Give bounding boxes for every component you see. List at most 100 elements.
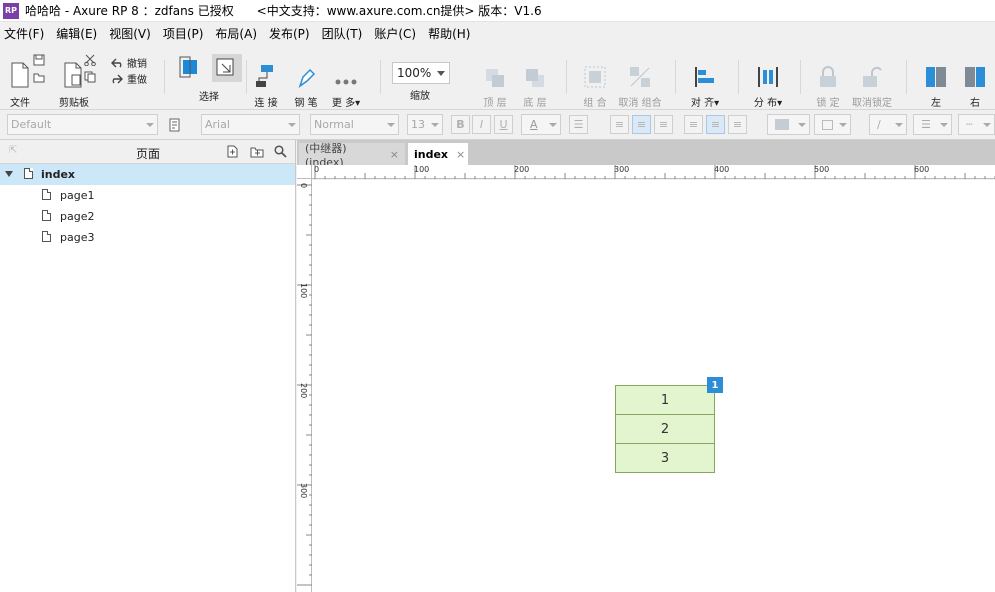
- select-label: 选择: [199, 92, 219, 103]
- bullet-list-icon[interactable]: ☰: [569, 115, 588, 134]
- interaction-badge[interactable]: 1: [707, 377, 723, 393]
- distribute-button[interactable]: 分 布▾: [750, 44, 786, 109]
- page-label: page2: [60, 210, 95, 223]
- align-text-right-icon[interactable]: ≡: [654, 115, 673, 134]
- shadow-icon: [822, 119, 833, 130]
- line-width-select[interactable]: ☰: [913, 114, 952, 135]
- menu-arrange[interactable]: 布局(A): [215, 25, 257, 42]
- format-toolbar: Default Arial Normal 13 B I U A ☰ ≡ ≡ ≡ …: [0, 110, 995, 140]
- ungroup-label: 取消 组合: [618, 98, 662, 109]
- more-dots-icon: [334, 58, 358, 88]
- distribute-icon: [757, 58, 779, 88]
- chevron-down-icon: [431, 123, 439, 127]
- align-text-center-icon[interactable]: ≡: [632, 115, 651, 134]
- close-icon[interactable]: ×: [390, 148, 399, 161]
- copy-icon[interactable]: [84, 71, 100, 83]
- font-family-select[interactable]: Arial: [201, 114, 300, 135]
- more-button[interactable]: 更 多▾: [330, 44, 362, 109]
- repeater-row[interactable]: 1: [615, 385, 715, 415]
- left-panel-button[interactable]: 左: [923, 44, 949, 109]
- chevron-down-icon: [839, 123, 847, 127]
- bold-button[interactable]: B: [451, 115, 470, 134]
- chevron-down-icon: [387, 123, 395, 127]
- style-select[interactable]: Default: [7, 114, 158, 135]
- menu-publish[interactable]: 发布(P): [269, 25, 310, 42]
- zoom-select[interactable]: 100%: [392, 62, 450, 84]
- repeater-widget[interactable]: 1 2 3: [615, 385, 715, 473]
- close-icon[interactable]: ×: [456, 148, 465, 161]
- page-item-page2[interactable]: page2: [0, 206, 295, 227]
- menu-team[interactable]: 团队(T): [322, 25, 363, 42]
- pen-button[interactable]: 钢 笔: [291, 44, 321, 109]
- add-page-icon[interactable]: [226, 145, 239, 161]
- menu-project[interactable]: 项目(P): [163, 25, 204, 42]
- shadow-select[interactable]: [814, 114, 851, 135]
- valign-bottom-icon[interactable]: ≡: [728, 115, 747, 134]
- lock-button[interactable]: 锁 定: [814, 44, 842, 109]
- format-painter-icon[interactable]: [165, 115, 184, 134]
- fill-color-select[interactable]: [767, 114, 810, 135]
- connector-icon: [255, 58, 277, 88]
- right-panel-icon: [964, 58, 986, 88]
- search-icon[interactable]: [274, 145, 287, 161]
- repeater-row[interactable]: 3: [615, 443, 715, 473]
- fill-color-icon: [775, 119, 789, 130]
- separator: [800, 60, 801, 94]
- save-icon[interactable]: [33, 54, 49, 66]
- tab-index[interactable]: index ×: [408, 143, 468, 165]
- send-to-back-button[interactable]: 底 层: [521, 44, 549, 109]
- select-intersected-icon[interactable]: [178, 56, 204, 82]
- align-label: 对 齐▾: [690, 98, 720, 109]
- chevron-down-icon: [940, 123, 948, 127]
- chevron-down-icon: [437, 71, 445, 76]
- clipboard-label: 剪贴板: [59, 98, 89, 109]
- font-size-select[interactable]: 13: [407, 114, 443, 135]
- expand-arrow-icon[interactable]: [5, 171, 13, 177]
- pages-title: 页面: [136, 147, 161, 161]
- unlock-button[interactable]: 取消锁定: [852, 44, 892, 109]
- bring-to-front-button[interactable]: 顶 层: [482, 44, 508, 109]
- connect-button[interactable]: 连 接: [252, 44, 280, 109]
- ruler-label: 300: [299, 483, 308, 499]
- ungroup-button[interactable]: 取消 组合: [618, 44, 662, 109]
- tab-repeater-index[interactable]: (中继器) (index) ×: [299, 142, 405, 169]
- underline-button[interactable]: U: [494, 115, 513, 134]
- menu-file[interactable]: 文件(F): [4, 25, 44, 42]
- page-item-index[interactable]: index: [0, 164, 295, 185]
- line-color-select[interactable]: ∕: [869, 114, 907, 135]
- file-button[interactable]: 文件: [6, 44, 34, 109]
- line-style-select[interactable]: ┄: [958, 114, 995, 135]
- add-folder-icon[interactable]: [250, 145, 264, 161]
- page-item-page3[interactable]: page3: [0, 227, 295, 248]
- separator: [164, 60, 165, 94]
- valign-top-icon[interactable]: ≡: [684, 115, 703, 134]
- cut-icon[interactable]: [84, 54, 100, 66]
- group-button[interactable]: 组 合: [581, 44, 609, 109]
- page-icon: [42, 210, 51, 221]
- align-text-left-icon[interactable]: ≡: [610, 115, 629, 134]
- font-color-select[interactable]: A: [521, 114, 561, 135]
- menu-help[interactable]: 帮助(H): [428, 25, 470, 42]
- undo-button[interactable]: 撤销: [111, 55, 147, 70]
- open-folder-icon[interactable]: [33, 71, 49, 83]
- font-weight-select[interactable]: Normal: [310, 114, 399, 135]
- chevron-down-icon: [798, 123, 806, 127]
- redo-button[interactable]: 重做: [111, 71, 147, 86]
- italic-button[interactable]: I: [472, 115, 491, 134]
- repeater-row[interactable]: 2: [615, 414, 715, 444]
- select-contained-icon[interactable]: [212, 54, 242, 82]
- valign-middle-icon[interactable]: ≡: [706, 115, 725, 134]
- ruler-label: 100: [414, 165, 430, 174]
- pen-icon: [296, 58, 316, 88]
- menu-view[interactable]: 视图(V): [109, 25, 151, 42]
- menu-account[interactable]: 账户(C): [374, 25, 416, 42]
- right-panel-button[interactable]: 右: [962, 44, 988, 109]
- collapse-arrow-icon[interactable]: ⇱: [9, 145, 17, 156]
- page-item-page1[interactable]: page1: [0, 185, 295, 206]
- zoom-value: 100%: [397, 66, 432, 80]
- size-value: 13: [411, 118, 425, 131]
- bottom-label: 底 层: [523, 98, 547, 109]
- menu-edit[interactable]: 编辑(E): [56, 25, 97, 42]
- align-button[interactable]: 对 齐▾: [688, 44, 722, 109]
- ruler-label: 200: [514, 165, 530, 174]
